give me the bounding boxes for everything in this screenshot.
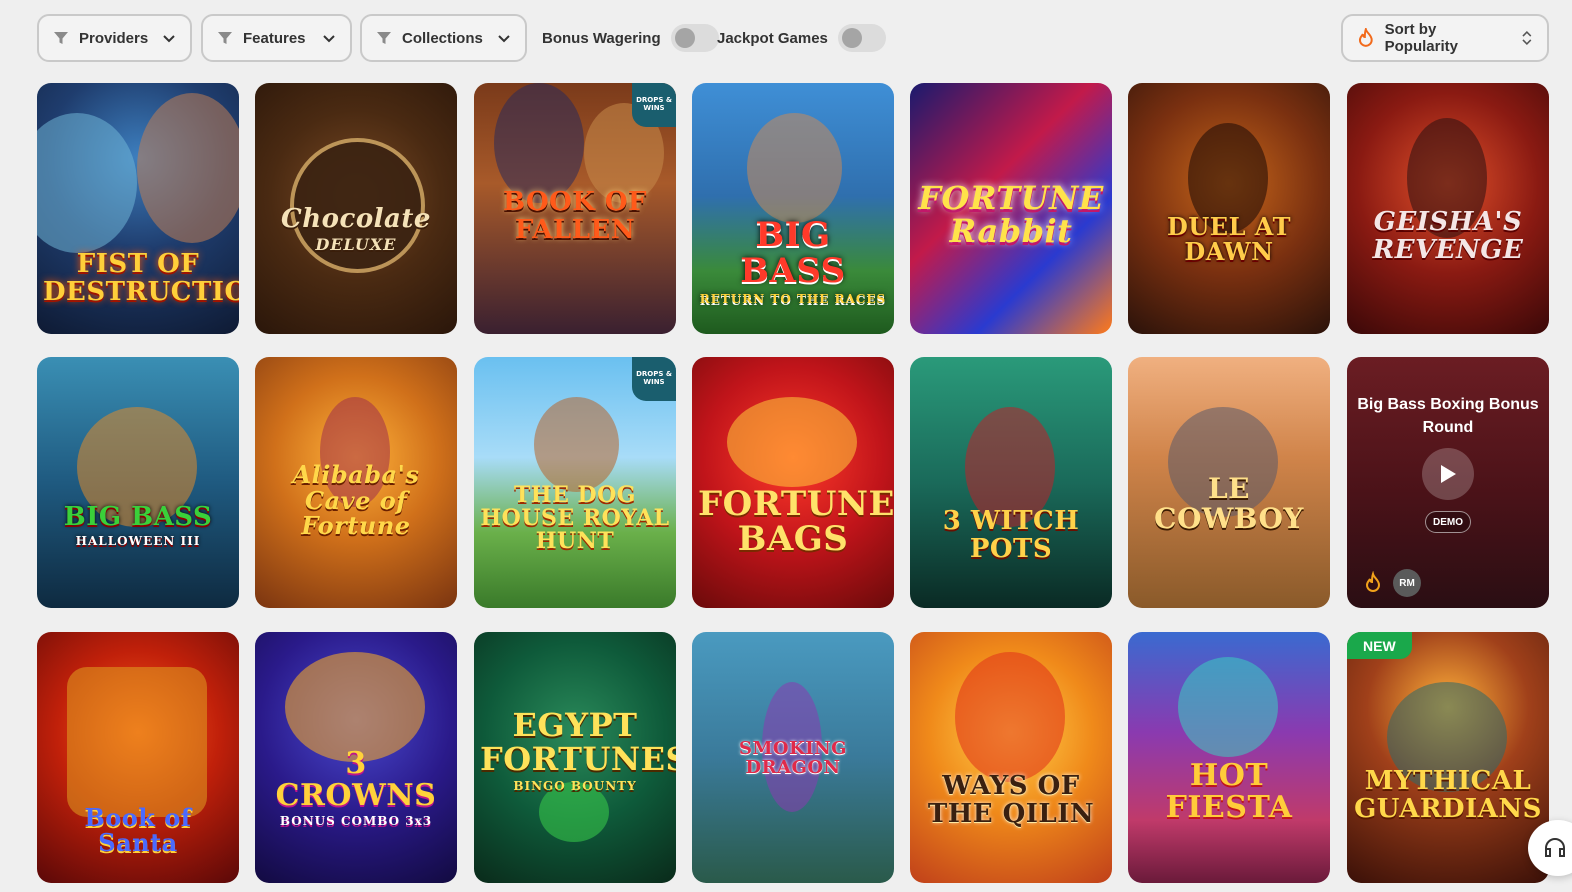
game-tile[interactable]: LE COWBOY (1128, 357, 1330, 608)
game-subtitle: BONUS COMBO 3x3 (279, 814, 433, 829)
game-tile[interactable]: DUEL AT DAWN (1128, 83, 1330, 334)
game-title: FORTUNE BAGS (698, 483, 894, 560)
new-badge: NEW (1347, 632, 1412, 659)
game-title: BIG BASS HALLOWEEN III (43, 502, 233, 549)
game-subtitle: BINGO BOUNTY (513, 779, 637, 794)
game-tile[interactable]: Book of Santa (37, 632, 239, 883)
game-tile[interactable]: BIG BASS RETURN TO THE RACES (692, 83, 894, 334)
jackpot-games-toggle-group: Jackpot Games (717, 22, 886, 54)
game-subtitle: RETURN TO THE RACES (699, 292, 887, 307)
game-tile[interactable]: FORTUNE Rabbit (910, 83, 1112, 334)
providers-label: Providers (79, 29, 149, 47)
game-title: Big Bass Boxing Bonus Round (1357, 396, 1539, 436)
game-title: FIST OF DESTRUCTION (43, 249, 239, 307)
drops-and-wins-badge: DROPS & WINS (632, 357, 676, 401)
play-icon (1441, 465, 1456, 483)
funnel-icon (218, 32, 232, 44)
game-title: MYTHICAL GUARDIANS (1354, 766, 1542, 824)
game-title: DUEL AT DAWN (1167, 211, 1291, 266)
game-title: 3 WITCH POTS (942, 506, 1080, 564)
game-title: BOOK OF FALLEN (502, 187, 647, 245)
game-title: HOT FIESTA (1165, 758, 1293, 825)
filter-toolbar: Providers Features Collections Bonus Wag… (0, 0, 1572, 78)
game-tile[interactable]: 3 CROWNS BONUS COMBO 3x3 (255, 632, 457, 883)
bonus-wagering-label: Bonus Wagering (542, 29, 661, 47)
toggle-knob (841, 28, 862, 48)
flame-icon (1365, 571, 1381, 592)
game-title: 3 CROWNS BONUS COMBO 3x3 (261, 748, 451, 828)
game-title: THE DOG HOUSE ROYAL HUNT (480, 481, 670, 554)
game-tile[interactable]: Chocolate DELUXE (255, 83, 457, 334)
collections-label: Collections (402, 29, 483, 47)
game-title-main: EGYPT FORTUNES (480, 706, 676, 778)
flame-icon (1358, 28, 1373, 47)
headset-icon (1545, 838, 1565, 857)
game-tile[interactable]: MYTHICAL GUARDIANS NEW (1347, 632, 1549, 883)
play-button[interactable] (1422, 448, 1474, 500)
game-tile[interactable]: EGYPT FORTUNES BINGO BOUNTY (474, 632, 676, 883)
game-title-main: 3 CROWNS (275, 746, 437, 813)
funnel-icon (54, 32, 68, 44)
game-subtitle: HALLOWEEN III (75, 534, 201, 549)
toggle-knob (674, 28, 695, 48)
game-tile[interactable]: THE DOG HOUSE ROYAL HUNT DROPS & WINS (474, 357, 676, 608)
game-title: EGYPT FORTUNES BINGO BOUNTY (480, 709, 676, 794)
chevron-down-icon (163, 35, 175, 43)
sort-label: Sort by Popularity (1384, 21, 1458, 55)
game-tile[interactable]: GEISHA'S REVENGE (1347, 83, 1549, 334)
game-tile[interactable]: BOOK OF FALLEN DROPS & WINS (474, 83, 676, 334)
game-title: LE COWBOY (1154, 472, 1304, 535)
game-subtitle: DELUXE (315, 235, 397, 255)
game-title: BIG BASS RETURN TO THE RACES (698, 215, 888, 307)
game-title-main: BIG BASS (740, 215, 846, 291)
features-label: Features (243, 29, 306, 47)
game-title: FORTUNE Rabbit (918, 178, 1104, 251)
game-tile[interactable]: Alibaba's Cave of Fortune (255, 357, 457, 608)
game-title: WAYS OF THE QILIN (927, 771, 1095, 829)
game-tile[interactable]: SMOKING DRAGON (692, 632, 894, 883)
game-title: Alibaba's Cave of Fortune (292, 460, 420, 540)
rm-badge: RM (1393, 569, 1421, 597)
game-title: Chocolate DELUXE (261, 203, 451, 255)
game-title-main: BIG BASS (63, 502, 213, 533)
providers-filter-button[interactable]: Providers (37, 14, 192, 62)
bonus-wagering-toggle[interactable] (670, 24, 719, 52)
sort-arrows-icon (1522, 31, 1532, 45)
game-tile[interactable]: BIG BASS HALLOWEEN III (37, 357, 239, 608)
jackpot-games-toggle[interactable] (837, 24, 886, 52)
game-title: GEISHA'S REVENGE (1372, 207, 1524, 265)
game-tile-hover[interactable]: Big Bass Boxing Bonus Round DEMO RM (1347, 357, 1549, 608)
game-tile[interactable]: FORTUNE BAGS (692, 357, 894, 608)
game-tile[interactable]: HOT FIESTA (1128, 632, 1330, 883)
demo-button[interactable]: DEMO (1425, 511, 1471, 533)
sort-dropdown[interactable]: Sort by Popularity (1341, 14, 1549, 62)
features-filter-button[interactable]: Features (201, 14, 352, 62)
game-tile[interactable]: 3 WITCH POTS (910, 357, 1112, 608)
game-title: SMOKING DRAGON (739, 738, 847, 779)
collections-filter-button[interactable]: Collections (360, 14, 527, 62)
game-title-main: Chocolate (281, 203, 431, 234)
funnel-icon (377, 32, 391, 44)
game-tile[interactable]: WAYS OF THE QILIN (910, 632, 1112, 883)
jackpot-games-label: Jackpot Games (717, 29, 828, 47)
game-tile[interactable]: FIST OF DESTRUCTION (37, 83, 239, 334)
chevron-down-icon (323, 35, 335, 43)
game-grid: FIST OF DESTRUCTION Chocolate DELUXE BOO… (37, 83, 1549, 885)
drops-and-wins-badge: DROPS & WINS (632, 83, 676, 127)
bonus-wagering-toggle-group: Bonus Wagering (542, 22, 719, 54)
chevron-down-icon (498, 35, 510, 43)
game-title: Book of Santa (84, 802, 192, 857)
